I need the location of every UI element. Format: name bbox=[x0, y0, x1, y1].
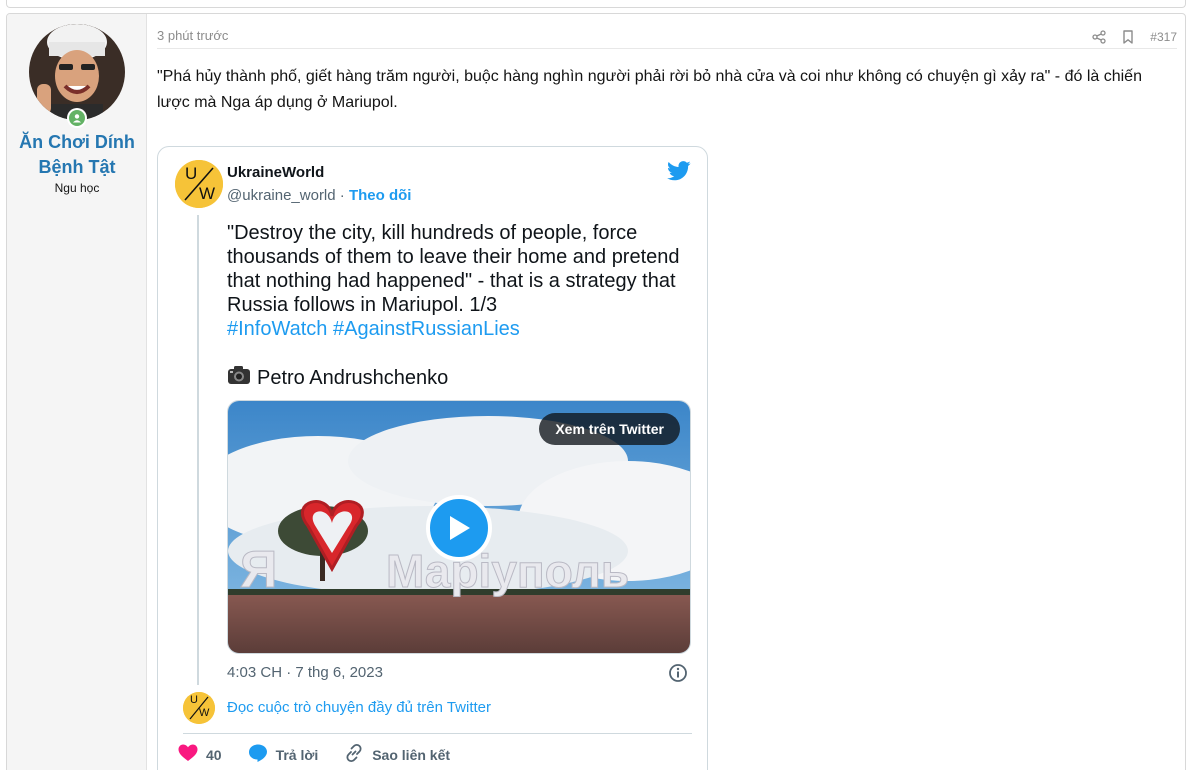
embedded-tweet[interactable]: U W UkraineWorld @ukraine_world · Theo d… bbox=[157, 146, 708, 770]
post-timestamp[interactable]: 3 phút trước bbox=[157, 28, 228, 43]
post-content: 3 phút trước #317 "Phá hủy thành phố, gi… bbox=[157, 14, 1177, 770]
tweet-divider bbox=[183, 733, 692, 734]
tweet-avatar-small[interactable]: U W bbox=[183, 692, 215, 724]
small-avatar-letter-w: W bbox=[199, 707, 210, 719]
tweet-account-name[interactable]: UkraineWorld bbox=[227, 164, 324, 181]
previous-post-edge bbox=[6, 0, 1186, 8]
thread-line bbox=[197, 215, 199, 685]
svg-text:Маріуполь: Маріуполь bbox=[386, 545, 629, 597]
reply-label: Trả lời bbox=[275, 746, 319, 763]
share-icon[interactable] bbox=[1092, 30, 1106, 44]
view-on-twitter-button[interactable]: Xem trên Twitter bbox=[539, 413, 680, 445]
copy-link-button[interactable]: Sao liên kết bbox=[344, 743, 450, 766]
tweet-handle[interactable]: @ukraine_world bbox=[227, 187, 336, 204]
avatar[interactable] bbox=[29, 24, 125, 120]
tweet-avatar[interactable]: U W bbox=[175, 160, 223, 208]
like-count: 40 bbox=[206, 746, 222, 763]
tweet-hashtags[interactable]: #InfoWatch #AgainstRussianLies bbox=[227, 317, 520, 341]
post-header-divider bbox=[157, 48, 1177, 49]
reply-button[interactable]: Trả lời bbox=[248, 743, 319, 766]
info-icon[interactable] bbox=[668, 663, 688, 688]
read-full-conversation-link[interactable]: Đọc cuộc trò chuyện đầy đủ trên Twitter bbox=[227, 699, 491, 716]
bookmark-icon[interactable] bbox=[1122, 30, 1134, 44]
forum-post: Ăn Chơi Dính Bệnh Tật Ngu học 3 phút trư… bbox=[6, 13, 1186, 770]
twitter-bird-icon[interactable] bbox=[667, 161, 691, 186]
svg-text:Я: Я bbox=[240, 541, 277, 599]
user-title: Ngu học bbox=[54, 181, 100, 195]
tweet-video[interactable]: Я Маріуполь Xem trên Twitter bbox=[227, 400, 691, 654]
tweet-action-bar: 40 Trả lời Sao liên kết bbox=[178, 743, 476, 766]
user-status-icon bbox=[67, 108, 87, 128]
avatar-letter-u: U bbox=[185, 164, 198, 183]
post-user-column: Ăn Chơi Dính Bệnh Tật Ngu học bbox=[7, 14, 147, 770]
tweet-handle-line: @ukraine_world · Theo dõi bbox=[227, 187, 411, 204]
post-message: "Phá hủy thành phố, giết hàng trăm người… bbox=[157, 68, 1142, 111]
camera-icon bbox=[227, 365, 251, 391]
follow-button[interactable]: Theo dõi bbox=[349, 187, 412, 204]
avatar-letter-w: W bbox=[199, 184, 216, 203]
play-icon[interactable] bbox=[426, 495, 492, 561]
reply-icon bbox=[248, 743, 268, 766]
handle-separator: · bbox=[335, 187, 349, 204]
link-icon bbox=[344, 743, 364, 766]
forum-page: Ăn Chơi Dính Bệnh Tật Ngu học 3 phút trư… bbox=[0, 0, 1196, 770]
tweet-date[interactable]: 4:03 CH · 7 thg 6, 2023 bbox=[227, 664, 383, 681]
tweet-text: "Destroy the city, kill hundreds of peop… bbox=[227, 222, 680, 316]
small-avatar-letter-u: U bbox=[190, 694, 198, 706]
post-actions: #317 bbox=[1092, 30, 1177, 44]
heart-icon bbox=[178, 744, 198, 765]
post-number[interactable]: #317 bbox=[1150, 30, 1177, 44]
copy-link-label: Sao liên kết bbox=[372, 746, 451, 763]
tweet-photo-credit: Petro Andrushchenko bbox=[227, 365, 448, 391]
photo-credit-name: Petro Andrushchenko bbox=[257, 367, 449, 389]
like-button[interactable]: 40 bbox=[178, 744, 222, 765]
username[interactable]: Ăn Chơi Dính Bệnh Tật bbox=[7, 130, 147, 180]
